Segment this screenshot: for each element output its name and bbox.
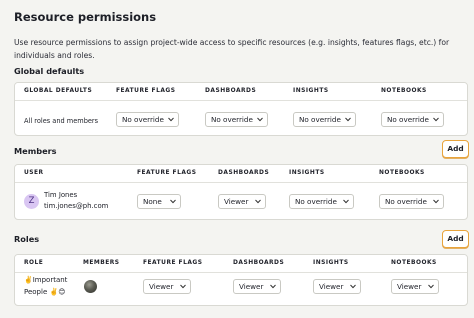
chevron-down-icon	[350, 284, 356, 289]
chevron-down-icon	[433, 117, 439, 122]
member-email: tim.jones@ph.com	[44, 202, 109, 210]
global-defaults-header-row: GLOBAL DEFAULTS FEATURE FLAGS DASHBOARDS…	[15, 83, 467, 101]
roles-title: Roles	[14, 234, 40, 244]
chevron-down-icon	[270, 284, 276, 289]
add-member-button[interactable]: Add	[442, 140, 469, 158]
global-notebooks-select[interactable]: No override	[381, 112, 444, 127]
add-role-button[interactable]: Add	[442, 230, 469, 248]
all-roles-and-members-label: All roles and members	[24, 117, 99, 125]
member-feature-flags-select[interactable]: None	[137, 194, 181, 209]
global-feature-flags-select[interactable]: No override	[116, 112, 179, 127]
member-notebooks-select-value: No override	[385, 197, 427, 206]
role-name-line-2: People ✌️😊	[24, 288, 66, 296]
members-title: Members	[14, 146, 57, 156]
global-insights-select[interactable]: No override	[293, 112, 356, 127]
role-dashboards-select[interactable]: Viewer	[233, 279, 281, 294]
column-header-dashboards: DASHBOARDS	[218, 170, 270, 176]
member-insights-select-value: No override	[295, 197, 337, 206]
column-header-insights: INSIGHTS	[313, 260, 349, 266]
members-header-row: USER FEATURE FLAGS DASHBOARDS INSIGHTS N…	[15, 165, 467, 183]
member-dashboards-select[interactable]: Viewer	[218, 194, 266, 209]
column-header-feature-flags: FEATURE FLAGS	[116, 88, 176, 94]
chevron-down-icon	[168, 117, 174, 122]
role-feature-flags-select[interactable]: Viewer	[143, 279, 191, 294]
avatar: Z	[24, 194, 39, 209]
member-feature-flags-select-value: None	[143, 197, 162, 206]
column-header-insights: INSIGHTS	[293, 88, 329, 94]
role-insights-select-value: Viewer	[319, 282, 344, 291]
global-notebooks-select-value: No override	[387, 115, 429, 124]
column-header-notebooks: NOTEBOOKS	[391, 260, 437, 266]
role-notebooks-select-value: Viewer	[397, 282, 422, 291]
roles-table: ROLE MEMBERS FEATURE FLAGS DASHBOARDS IN…	[14, 254, 468, 306]
column-header-notebooks: NOTEBOOKS	[381, 88, 427, 94]
role-name-line-1: ✌️Important	[24, 276, 68, 284]
page-description: Use resource permissions to assign proje…	[14, 38, 450, 60]
column-header-feature-flags: FEATURE FLAGS	[143, 260, 203, 266]
global-dashboards-select-value: No override	[211, 115, 253, 124]
role-insights-select[interactable]: Viewer	[313, 279, 361, 294]
column-header-user: USER	[24, 170, 44, 176]
column-header-notebooks: NOTEBOOKS	[379, 170, 425, 176]
role-notebooks-select[interactable]: Viewer	[391, 279, 439, 294]
column-header-dashboards: DASHBOARDS	[205, 88, 257, 94]
chevron-down-icon	[255, 199, 261, 204]
column-header-role: ROLE	[24, 260, 44, 266]
column-header-global-defaults: GLOBAL DEFAULTS	[24, 88, 93, 94]
chevron-down-icon	[428, 284, 434, 289]
member-name: Tim Jones	[44, 191, 78, 199]
global-defaults-table: GLOBAL DEFAULTS FEATURE FLAGS DASHBOARDS…	[14, 82, 468, 136]
roles-header-row: ROLE MEMBERS FEATURE FLAGS DASHBOARDS IN…	[15, 255, 467, 273]
chevron-down-icon	[180, 284, 186, 289]
chevron-down-icon	[257, 117, 263, 122]
member-dashboards-select-value: Viewer	[224, 197, 249, 206]
global-defaults-title: Global defaults	[14, 66, 85, 76]
resource-permissions-page: Resource permissions Use resource permis…	[14, 8, 470, 306]
column-header-feature-flags: FEATURE FLAGS	[137, 170, 197, 176]
chevron-down-icon	[345, 117, 351, 122]
chevron-down-icon	[170, 199, 176, 204]
column-header-dashboards: DASHBOARDS	[233, 260, 285, 266]
chevron-down-icon	[433, 199, 439, 204]
page-title: Resource permissions	[14, 10, 157, 24]
role-dashboards-select-value: Viewer	[239, 282, 264, 291]
chevron-down-icon	[343, 199, 349, 204]
member-insights-select[interactable]: No override	[289, 194, 354, 209]
column-header-insights: INSIGHTS	[289, 170, 325, 176]
column-header-members: MEMBERS	[83, 260, 120, 266]
role-feature-flags-select-value: Viewer	[149, 282, 174, 291]
global-insights-select-value: No override	[299, 115, 341, 124]
global-dashboards-select[interactable]: No override	[205, 112, 268, 127]
members-table: USER FEATURE FLAGS DASHBOARDS INSIGHTS N…	[14, 164, 468, 220]
member-notebooks-select[interactable]: No override	[379, 194, 444, 209]
member-avatar-photo	[84, 280, 97, 293]
global-feature-flags-select-value: No override	[122, 115, 164, 124]
